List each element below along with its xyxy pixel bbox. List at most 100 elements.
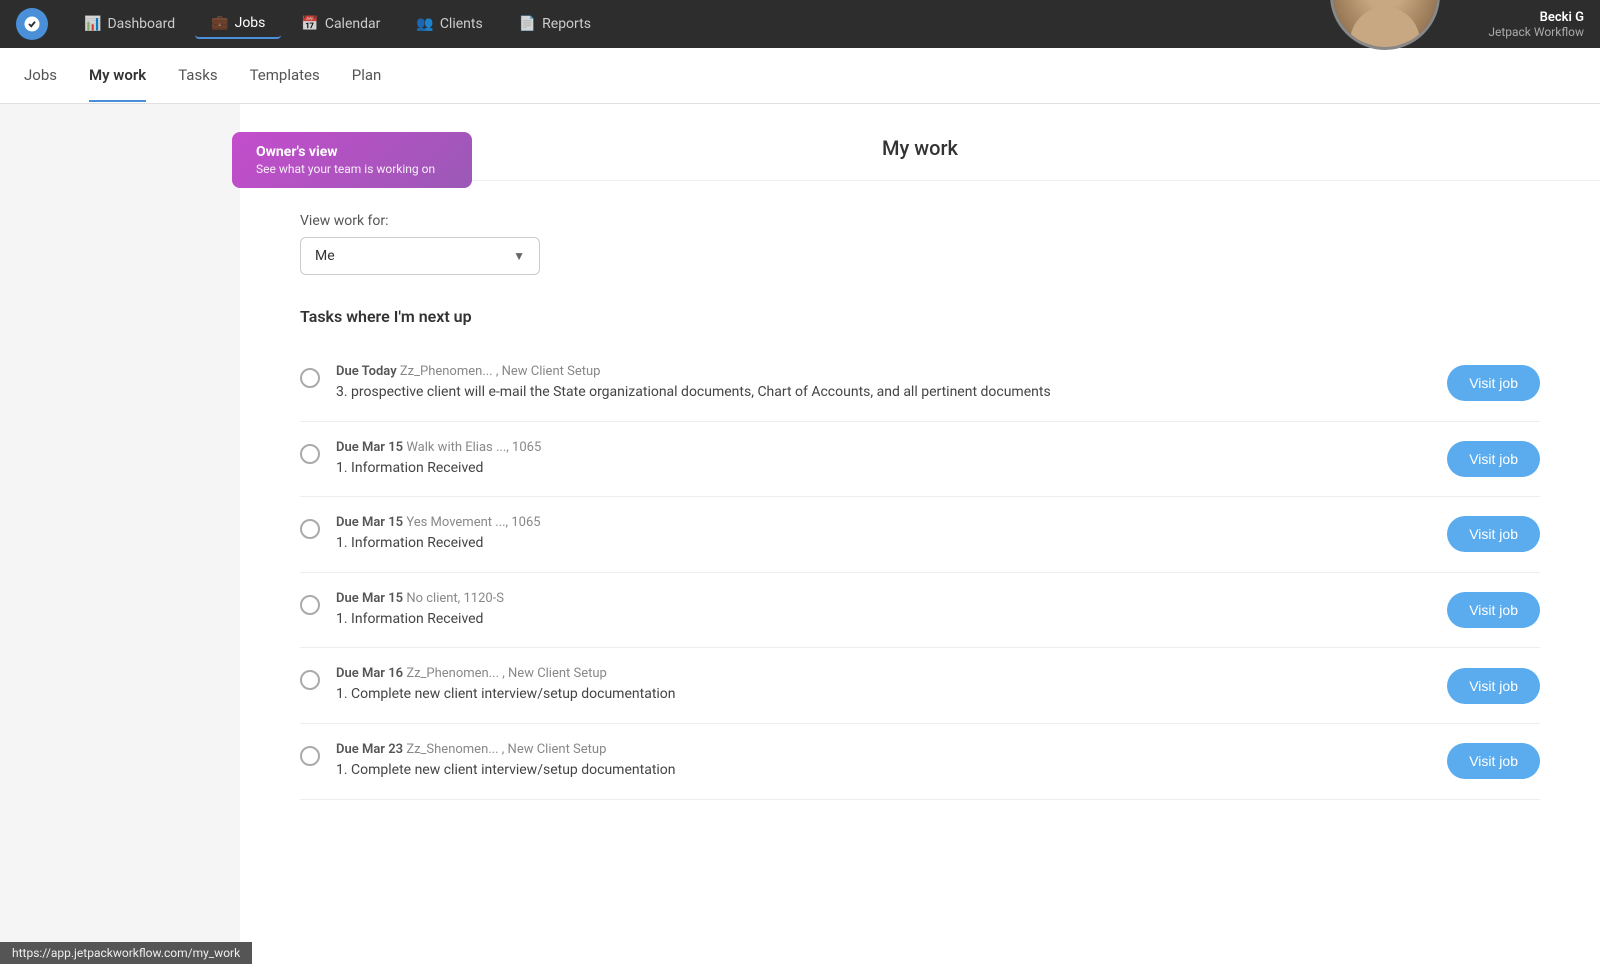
task-checkbox[interactable] (300, 670, 320, 690)
task-job-info: No client, 1120-S (406, 591, 504, 606)
task-due-label: Due Mar 15 (336, 440, 403, 455)
owners-view-subtitle: See what your team is working on (256, 162, 448, 176)
user-company: Jetpack Workflow (1488, 25, 1584, 39)
reports-icon: 📄 (519, 16, 536, 32)
subnav-item-mywork[interactable]: My work (89, 50, 146, 102)
task-content: Due Today Zz_Phenomen... , New Client Se… (336, 364, 1431, 403)
avatar-image (1333, 0, 1437, 47)
task-meta: Due Mar 15 Yes Movement ..., 1065 (336, 515, 1431, 530)
task-due-label: Due Mar 16 (336, 666, 403, 681)
subnav-item-jobs[interactable]: Jobs (24, 50, 57, 102)
jobs-icon: 💼 (211, 15, 228, 31)
task-description: 1. Complete new client interview/setup d… (336, 685, 1431, 705)
subnav-item-templates[interactable]: Templates (250, 50, 320, 102)
user-info[interactable]: Becki G Jetpack Workflow (1488, 10, 1584, 39)
task-description: 1. Information Received (336, 534, 1431, 554)
nav-item-reports[interactable]: 📄 Reports (503, 10, 607, 38)
user-video-avatar (1330, 0, 1440, 50)
task-content: Due Mar 15 No client, 1120-S 1. Informat… (336, 591, 1431, 630)
tasks-list: Due Today Zz_Phenomen... , New Client Se… (300, 346, 1540, 800)
task-item: Due Mar 15 Yes Movement ..., 1065 1. Inf… (300, 497, 1540, 573)
task-description: 3. prospective client will e-mail the St… (336, 383, 1431, 403)
visit-job-button[interactable]: Visit job (1447, 441, 1540, 477)
visit-job-button[interactable]: Visit job (1447, 365, 1540, 401)
task-description: 1. Complete new client interview/setup d… (336, 761, 1431, 781)
dashboard-icon: 📊 (84, 16, 101, 32)
top-navigation: 📊 Dashboard 💼 Jobs 📅 Calendar 👥 Clients … (0, 0, 1600, 48)
nav-item-dashboard[interactable]: 📊 Dashboard (68, 10, 191, 38)
task-job-info: Yes Movement ..., 1065 (406, 515, 540, 530)
subnav-label-jobs: Jobs (24, 66, 57, 84)
task-due-label: Due Today (336, 364, 397, 379)
nav-item-calendar[interactable]: 📅 Calendar (285, 10, 396, 38)
main-layout: Owner's view See what your team is worki… (0, 104, 1600, 964)
visit-job-button[interactable]: Visit job (1447, 668, 1540, 704)
task-checkbox[interactable] (300, 444, 320, 464)
task-item: Due Mar 23 Zz_Shenomen... , New Client S… (300, 724, 1540, 800)
task-content: Due Mar 15 Yes Movement ..., 1065 1. Inf… (336, 515, 1431, 554)
subnav-label-templates: Templates (250, 66, 320, 84)
visit-job-button[interactable]: Visit job (1447, 592, 1540, 628)
task-checkbox[interactable] (300, 368, 320, 388)
task-item: Due Mar 15 Walk with Elias ..., 1065 1. … (300, 422, 1540, 498)
task-description: 1. Information Received (336, 610, 1431, 630)
visit-job-button[interactable]: Visit job (1447, 743, 1540, 779)
status-url: https://app.jetpackworkflow.com/my_work (12, 946, 240, 960)
view-work-section: View work for: Me ▼ (300, 181, 1540, 299)
subnav-label-tasks: Tasks (178, 66, 217, 84)
nav-item-clients[interactable]: 👥 Clients (400, 10, 498, 38)
task-description: 1. Information Received (336, 459, 1431, 479)
task-due-label: Due Mar 23 (336, 742, 403, 757)
nav-label-reports: Reports (542, 16, 591, 32)
view-work-label: View work for: (300, 213, 1540, 229)
user-name: Becki G (1488, 10, 1584, 25)
task-job-info: Walk with Elias ..., 1065 (406, 440, 541, 455)
app-logo[interactable] (16, 8, 48, 40)
task-job-info: Zz_Phenomen... , New Client Setup (400, 364, 601, 379)
content-area: Owner's view See what your team is worki… (240, 104, 1600, 964)
nav-item-jobs[interactable]: 💼 Jobs (195, 9, 281, 39)
nav-label-calendar: Calendar (325, 16, 381, 32)
user-text: Becki G Jetpack Workflow (1488, 10, 1584, 39)
task-due-label: Due Mar 15 (336, 591, 403, 606)
owners-view-banner[interactable]: Owner's view See what your team is worki… (232, 132, 472, 188)
subnav-item-tasks[interactable]: Tasks (178, 50, 217, 102)
task-meta: Due Today Zz_Phenomen... , New Client Se… (336, 364, 1431, 379)
task-item: Due Mar 15 No client, 1120-S 1. Informat… (300, 573, 1540, 649)
task-job-info: Zz_Shenomen... , New Client Setup (406, 742, 606, 757)
sidebar (0, 104, 240, 964)
tasks-section-title: Tasks where I'm next up (300, 299, 1540, 326)
task-checkbox[interactable] (300, 595, 320, 615)
task-content: Due Mar 23 Zz_Shenomen... , New Client S… (336, 742, 1431, 781)
nav-label-dashboard: Dashboard (107, 16, 175, 32)
task-content: Due Mar 16 Zz_Phenomen... , New Client S… (336, 666, 1431, 705)
task-due-label: Due Mar 15 (336, 515, 403, 530)
subnav-label-plan: Plan (352, 66, 382, 84)
task-meta: Due Mar 16 Zz_Phenomen... , New Client S… (336, 666, 1431, 681)
chevron-down-icon: ▼ (513, 249, 525, 263)
task-checkbox[interactable] (300, 746, 320, 766)
nav-label-clients: Clients (440, 16, 483, 32)
task-job-info: Zz_Phenomen... , New Client Setup (406, 666, 607, 681)
task-item: Due Mar 16 Zz_Phenomen... , New Client S… (300, 648, 1540, 724)
status-bar: https://app.jetpackworkflow.com/my_work (0, 942, 252, 964)
owners-view-title: Owner's view (256, 144, 448, 160)
subnav-item-plan[interactable]: Plan (352, 50, 382, 102)
clients-icon: 👥 (416, 16, 433, 32)
task-meta: Due Mar 15 Walk with Elias ..., 1065 (336, 440, 1431, 455)
task-item: Due Today Zz_Phenomen... , New Client Se… (300, 346, 1540, 422)
task-meta: Due Mar 15 No client, 1120-S (336, 591, 1431, 606)
task-checkbox[interactable] (300, 519, 320, 539)
content-inner: View work for: Me ▼ Tasks where I'm next… (240, 181, 1600, 840)
page-title: My work (882, 136, 958, 160)
visit-job-button[interactable]: Visit job (1447, 516, 1540, 552)
subnav-label-mywork: My work (89, 66, 146, 84)
task-content: Due Mar 15 Walk with Elias ..., 1065 1. … (336, 440, 1431, 479)
view-work-dropdown[interactable]: Me ▼ (300, 237, 540, 275)
nav-label-jobs: Jobs (235, 15, 266, 31)
dropdown-selected-value: Me (315, 248, 335, 264)
calendar-icon: 📅 (301, 16, 318, 32)
task-meta: Due Mar 23 Zz_Shenomen... , New Client S… (336, 742, 1431, 757)
sub-navigation: Jobs My work Tasks Templates Plan (0, 48, 1600, 104)
top-nav-items: 📊 Dashboard 💼 Jobs 📅 Calendar 👥 Clients … (68, 9, 1488, 39)
